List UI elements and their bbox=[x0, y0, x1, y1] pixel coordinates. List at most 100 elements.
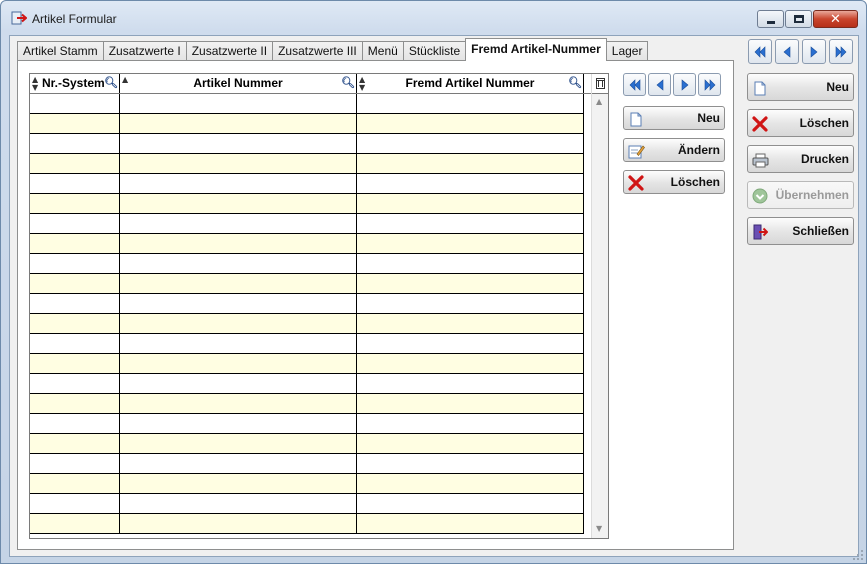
inner-edit-button[interactable]: Ändern bbox=[623, 138, 725, 162]
table-cell[interactable] bbox=[30, 474, 120, 493]
apply-button[interactable]: Übernehmen bbox=[747, 181, 854, 209]
table-cell[interactable] bbox=[30, 514, 120, 533]
column-header-nr-system[interactable]: ▲ ▼ Nr.-System 🔍︎ bbox=[30, 74, 120, 93]
table-cell[interactable] bbox=[30, 414, 120, 433]
table-cell[interactable] bbox=[30, 454, 120, 473]
scroll-up-icon[interactable]: ▲ bbox=[596, 97, 602, 106]
table-cell[interactable] bbox=[120, 234, 357, 253]
table-row[interactable] bbox=[30, 114, 584, 134]
table-cell[interactable] bbox=[357, 354, 584, 373]
table-cell[interactable] bbox=[357, 414, 584, 433]
table-cell[interactable] bbox=[30, 154, 120, 173]
column-chooser-icon[interactable] bbox=[592, 74, 608, 94]
close-window-button[interactable]: ✕ bbox=[813, 10, 858, 28]
table-cell[interactable] bbox=[357, 114, 584, 133]
table-cell[interactable] bbox=[357, 294, 584, 313]
tab-zusatzwerte-3[interactable]: Zusatzwerte III bbox=[272, 41, 363, 61]
table-cell[interactable] bbox=[120, 374, 357, 393]
tab-zusatzwerte-2[interactable]: Zusatzwerte II bbox=[185, 41, 274, 61]
table-row[interactable] bbox=[30, 234, 584, 254]
table-row[interactable] bbox=[30, 194, 584, 214]
tab-stueckliste[interactable]: Stückliste bbox=[402, 41, 467, 61]
tab-lager[interactable]: Lager bbox=[605, 41, 649, 61]
table-cell[interactable] bbox=[357, 474, 584, 493]
minimize-button[interactable] bbox=[757, 10, 784, 28]
table-row[interactable] bbox=[30, 274, 584, 294]
table-row[interactable] bbox=[30, 254, 584, 274]
table-cell[interactable] bbox=[357, 134, 584, 153]
table-cell[interactable] bbox=[357, 214, 584, 233]
inner-next-record-button[interactable] bbox=[673, 73, 696, 96]
inner-delete-button[interactable]: Löschen bbox=[623, 170, 725, 194]
delete-button[interactable]: Löschen bbox=[747, 109, 854, 137]
table-cell[interactable] bbox=[357, 234, 584, 253]
search-icon[interactable]: 🔍︎ bbox=[104, 77, 118, 89]
table-cell[interactable] bbox=[30, 494, 120, 513]
table-cell[interactable] bbox=[357, 154, 584, 173]
fremd-artikel-grid[interactable]: ▲ ▼ Nr.-System 🔍︎ ▲ Artikel Nummer 🔍︎ ▲ ▼ … bbox=[29, 73, 609, 539]
table-cell[interactable] bbox=[357, 254, 584, 273]
table-cell[interactable] bbox=[120, 134, 357, 153]
table-row[interactable] bbox=[30, 94, 584, 114]
first-record-button[interactable] bbox=[748, 39, 772, 64]
table-cell[interactable] bbox=[120, 294, 357, 313]
table-row[interactable] bbox=[30, 494, 584, 514]
table-cell[interactable] bbox=[357, 454, 584, 473]
table-cell[interactable] bbox=[120, 394, 357, 413]
table-cell[interactable] bbox=[120, 414, 357, 433]
table-cell[interactable] bbox=[120, 474, 357, 493]
table-cell[interactable] bbox=[30, 394, 120, 413]
scroll-down-icon[interactable]: ▼ bbox=[596, 524, 602, 533]
table-row[interactable] bbox=[30, 294, 584, 314]
table-row[interactable] bbox=[30, 394, 584, 414]
table-cell[interactable] bbox=[120, 314, 357, 333]
table-cell[interactable] bbox=[30, 354, 120, 373]
table-cell[interactable] bbox=[357, 394, 584, 413]
table-row[interactable] bbox=[30, 374, 584, 394]
inner-new-button[interactable]: Neu bbox=[623, 106, 725, 130]
table-cell[interactable] bbox=[30, 194, 120, 213]
tab-menu[interactable]: Menü bbox=[361, 41, 404, 61]
column-header-artikel-nummer[interactable]: ▲ Artikel Nummer 🔍︎ bbox=[120, 74, 357, 93]
tab-zusatzwerte-1[interactable]: Zusatzwerte I bbox=[102, 41, 187, 61]
table-row[interactable] bbox=[30, 134, 584, 154]
inner-previous-record-button[interactable] bbox=[648, 73, 671, 96]
table-cell[interactable] bbox=[30, 314, 120, 333]
table-cell[interactable] bbox=[30, 174, 120, 193]
table-row[interactable] bbox=[30, 434, 584, 454]
table-row[interactable] bbox=[30, 214, 584, 234]
table-cell[interactable] bbox=[30, 434, 120, 453]
table-cell[interactable] bbox=[120, 354, 357, 373]
table-cell[interactable] bbox=[357, 334, 584, 353]
vertical-scrollbar[interactable]: ▲ ▼ bbox=[591, 74, 608, 538]
table-cell[interactable] bbox=[30, 374, 120, 393]
table-cell[interactable] bbox=[30, 114, 120, 133]
tab-fremd-artikel-nummer[interactable]: Fremd Artikel-Nummer bbox=[465, 38, 607, 61]
table-row[interactable] bbox=[30, 454, 584, 474]
table-cell[interactable] bbox=[120, 174, 357, 193]
table-row[interactable] bbox=[30, 414, 584, 434]
table-cell[interactable] bbox=[120, 274, 357, 293]
table-cell[interactable] bbox=[120, 214, 357, 233]
print-button[interactable]: Drucken bbox=[747, 145, 854, 173]
table-cell[interactable] bbox=[120, 254, 357, 273]
search-icon[interactable]: 🔍︎ bbox=[341, 77, 355, 89]
table-cell[interactable] bbox=[357, 434, 584, 453]
table-row[interactable] bbox=[30, 514, 584, 534]
table-cell[interactable] bbox=[30, 94, 120, 113]
table-cell[interactable] bbox=[357, 514, 584, 533]
table-cell[interactable] bbox=[357, 374, 584, 393]
table-row[interactable] bbox=[30, 474, 584, 494]
previous-record-button[interactable] bbox=[775, 39, 799, 64]
table-cell[interactable] bbox=[30, 294, 120, 313]
table-cell[interactable] bbox=[30, 214, 120, 233]
table-cell[interactable] bbox=[357, 94, 584, 113]
table-cell[interactable] bbox=[30, 134, 120, 153]
table-cell[interactable] bbox=[357, 314, 584, 333]
table-cell[interactable] bbox=[120, 434, 357, 453]
table-cell[interactable] bbox=[357, 174, 584, 193]
table-row[interactable] bbox=[30, 354, 584, 374]
table-cell[interactable] bbox=[120, 454, 357, 473]
table-cell[interactable] bbox=[357, 274, 584, 293]
table-cell[interactable] bbox=[30, 254, 120, 273]
